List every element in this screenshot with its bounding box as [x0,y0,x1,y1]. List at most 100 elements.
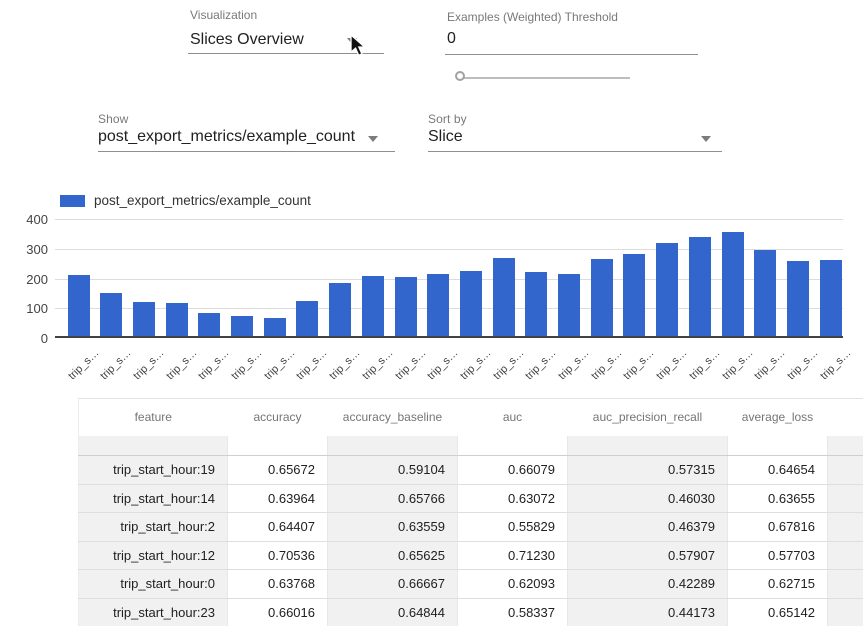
gridline [55,219,843,220]
metric-cell: 0.59104 [328,456,458,485]
mouse-cursor-icon [349,34,367,63]
metric-cell: 0.66079 [458,456,568,485]
threshold-slider-thumb[interactable] [455,71,465,81]
bar[interactable] [166,303,188,336]
metric-cell-cut [828,484,863,513]
threshold-slider-track[interactable] [462,77,630,79]
metric-cell: 0.63768 [228,570,328,599]
metric-cell: 0.65625 [328,541,458,570]
metric-cell: 0.57315 [568,456,728,485]
show-underline [98,151,395,152]
sort-by-label: Sort by [428,112,467,126]
y-axis-labels: 0100200300400 [0,219,48,338]
bar[interactable] [493,258,515,336]
bar[interactable] [722,232,744,336]
metric-cell: 0.65142 [728,598,828,626]
metric-cell: 0.46379 [568,513,728,542]
filter-cell[interactable] [568,436,728,456]
filter-cell[interactable] [728,436,828,456]
column-header-cut [828,399,863,436]
metric-cell-cut [828,598,863,626]
metric-cell: 0.57907 [568,541,728,570]
filter-cell[interactable] [228,436,328,456]
visualization-select[interactable]: Slices Overview [190,31,304,49]
plot-area [55,219,843,338]
slices-overview-chart: post_export_metrics/example_count 010020… [0,185,863,398]
bar[interactable] [460,271,482,336]
sort-by-select[interactable]: Slice [428,128,463,146]
bar[interactable] [198,313,220,336]
bar[interactable] [787,261,809,336]
bar[interactable] [525,272,547,336]
x-axis-labels: trip_s…trip_s…trip_s…trip_s…trip_s…trip_… [55,342,843,392]
bar[interactable] [395,277,417,336]
metric-cell: 0.63559 [328,513,458,542]
bar[interactable] [427,274,449,336]
feature-cell: trip_start_hour:14 [79,484,228,513]
metric-cell: 0.44173 [568,598,728,626]
bar[interactable] [362,276,384,336]
bar[interactable] [820,260,842,336]
metric-cell: 0.65766 [328,484,458,513]
threshold-input[interactable] [447,30,697,48]
metric-cell-cut [828,456,863,485]
bar[interactable] [231,316,253,336]
bar[interactable] [133,302,155,336]
bar[interactable] [623,254,645,336]
column-header: accuracy [228,399,328,436]
metric-cell: 0.70536 [228,541,328,570]
bar[interactable] [264,318,286,336]
metric-cell: 0.66016 [228,598,328,626]
legend-label: post_export_metrics/example_count [94,193,311,208]
y-axis-tick-label: 300 [0,242,48,257]
table-row: trip_start_hour:23 0.66016 0.64844 0.583… [79,598,863,626]
filter-cell[interactable] [458,436,568,456]
bar[interactable] [329,283,351,336]
feature-cell: trip_start_hour:0 [79,570,228,599]
table-filter-row [79,436,863,456]
bar[interactable] [591,259,613,336]
metric-cell-cut [828,541,863,570]
filter-cell[interactable] [328,436,458,456]
metric-cell: 0.66667 [328,570,458,599]
threshold-label: Examples (Weighted) Threshold [447,10,618,24]
metric-cell: 0.46030 [568,484,728,513]
legend-swatch [60,195,85,207]
y-axis-tick-label: 200 [0,272,48,287]
chevron-down-icon[interactable] [701,136,711,142]
table-row: trip_start_hour:2 0.64407 0.63559 0.5582… [79,513,863,542]
metric-cell: 0.65672 [228,456,328,485]
metric-cell: 0.71230 [458,541,568,570]
y-axis-tick-label: 400 [0,212,48,227]
bar[interactable] [68,275,90,336]
y-axis-tick-label: 100 [0,301,48,316]
metric-cell: 0.63072 [458,484,568,513]
bar[interactable] [754,250,776,336]
metric-cell: 0.67816 [728,513,828,542]
column-header: auc_precision_recall [568,399,728,436]
metric-cell: 0.57703 [728,541,828,570]
filter-cell-cut [828,436,863,456]
metric-cell: 0.42289 [568,570,728,599]
bar[interactable] [656,243,678,336]
feature-cell: trip_start_hour:23 [79,598,228,626]
chevron-down-icon[interactable] [368,136,378,142]
metric-cell: 0.55829 [458,513,568,542]
column-header: feature [79,399,228,436]
metric-cell: 0.62093 [458,570,568,599]
metric-cell: 0.63964 [228,484,328,513]
metric-cell: 0.58337 [458,598,568,626]
bar[interactable] [558,274,580,336]
feature-cell: trip_start_hour:12 [79,541,228,570]
table-row: trip_start_hour:19 0.65672 0.59104 0.660… [79,456,863,485]
bar[interactable] [100,293,122,336]
metric-cell-cut [828,513,863,542]
metric-cell: 0.64844 [328,598,458,626]
visualization-label: Visualization [190,8,257,22]
metrics-table: feature accuracy accuracy_baseline auc a… [78,398,863,626]
filter-cell[interactable] [79,436,228,456]
show-select[interactable]: post_export_metrics/example_count [98,128,355,146]
bar[interactable] [296,301,318,336]
metric-cell: 0.64407 [228,513,328,542]
bar[interactable] [689,237,711,336]
